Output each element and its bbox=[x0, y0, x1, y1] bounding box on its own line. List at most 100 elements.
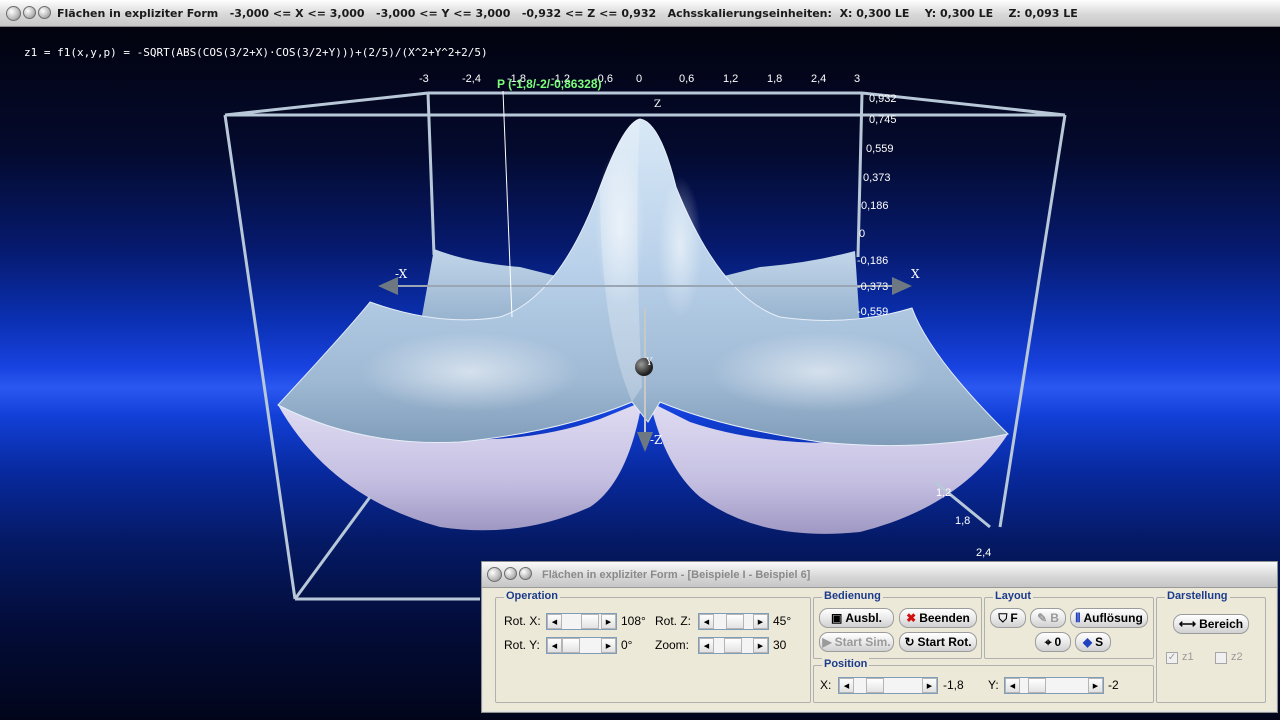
arrow-left-icon[interactable]: ◀ bbox=[1005, 678, 1020, 693]
z-axis-label: Z bbox=[654, 99, 661, 110]
neg-x-axis-label: -X bbox=[395, 267, 408, 281]
z2-label: z2 bbox=[1231, 651, 1243, 663]
position-x-label: X: bbox=[820, 678, 832, 692]
operation-group: Operation Rot. X: ◀ ▶ 108° Rot. Z: ◀ ▶ 4… bbox=[495, 590, 811, 703]
rot-y-value: 0° bbox=[621, 638, 633, 652]
z-tick: 0 bbox=[859, 228, 866, 240]
slider-thumb[interactable] bbox=[562, 638, 580, 653]
neg-z-axis-label: -Z bbox=[650, 433, 663, 447]
arrow-left-icon[interactable]: ◀ bbox=[547, 614, 562, 629]
beenden-button[interactable]: ✖ Beenden bbox=[899, 608, 977, 628]
control-dialog: Flächen in expliziter Form - [Beispiele … bbox=[481, 561, 1278, 713]
y-tick: 2,4 bbox=[976, 547, 992, 559]
arrow-left-icon[interactable]: ◀ bbox=[699, 614, 714, 629]
slider-thumb[interactable] bbox=[726, 614, 744, 629]
z1-checkbox[interactable]: ✓ bbox=[1166, 652, 1178, 664]
x-tick: 0,6 bbox=[679, 73, 695, 85]
formula-text: z1 = f1(x,y,p) = -SQRT(ABS(COS(3/2+X)·CO… bbox=[24, 46, 488, 59]
rot-x-label: Rot. X: bbox=[504, 614, 541, 628]
y-tick: 1,8 bbox=[955, 515, 971, 527]
dialog-maximize-icon[interactable] bbox=[519, 567, 532, 580]
dialog-title: Flächen in expliziter Form - [Beispiele … bbox=[542, 568, 811, 581]
z-tick: 0,745 bbox=[869, 114, 897, 126]
layout-group: Layout ⛉ F ✎ B ⦀ Auflösung ⌖ 0 ◆ S bbox=[984, 590, 1154, 659]
origin-button[interactable]: ⌖ 0 bbox=[1035, 632, 1071, 652]
arrow-right-icon[interactable]: ▶ bbox=[601, 638, 616, 653]
window-controls bbox=[6, 5, 51, 21]
start-rot-button[interactable]: ↻ Start Rot. bbox=[899, 632, 977, 652]
x-tick: 2,4 bbox=[811, 73, 827, 85]
z-tick: 0,559 bbox=[866, 143, 894, 155]
y-axis-label: Y bbox=[646, 357, 653, 368]
x-tick: 3 bbox=[854, 73, 861, 85]
position-y-slider[interactable]: ◀ ▶ bbox=[1004, 677, 1104, 694]
rotate-icon: ↻ bbox=[904, 635, 915, 649]
resolution-icon: ⦀ bbox=[1075, 611, 1081, 625]
slider-thumb[interactable] bbox=[724, 638, 742, 653]
fill-button[interactable]: ⛉ F bbox=[990, 608, 1026, 628]
arrow-left-icon[interactable]: ◀ bbox=[699, 638, 714, 653]
bedienung-group: Bedienung ▣ Ausbl. ✖ Beenden ▶ Start Sim. ↻… bbox=[813, 590, 982, 659]
rot-z-slider[interactable]: ◀ ▶ bbox=[698, 613, 769, 630]
darstellung-group-title: Darstellung bbox=[1165, 590, 1230, 602]
position-y-label: Y: bbox=[988, 678, 999, 692]
position-y-value: -2 bbox=[1108, 678, 1119, 692]
z-tick: -0,373 bbox=[857, 281, 889, 293]
arrow-right-icon[interactable]: ▶ bbox=[1088, 678, 1103, 693]
pos-x-axis-label: X bbox=[911, 267, 920, 281]
operation-group-title: Operation bbox=[504, 590, 560, 602]
slider-thumb[interactable] bbox=[1028, 678, 1046, 693]
eraser-icon: ◆ bbox=[1082, 635, 1093, 649]
zoom-slider[interactable]: ◀ ▶ bbox=[698, 637, 769, 654]
z-tick: 0,932 bbox=[869, 93, 897, 105]
position-group: Position X: ◀ ▶ -1,8 Y: ◀ ▶ -2 bbox=[813, 658, 1154, 703]
x-tick: -2,4 bbox=[462, 73, 481, 85]
y-tick: 1,2 bbox=[936, 487, 952, 499]
rot-x-value: 108° bbox=[621, 614, 646, 628]
arrow-left-icon[interactable]: ◀ bbox=[839, 678, 854, 693]
s-button[interactable]: ◆ S bbox=[1075, 632, 1111, 652]
rot-x-slider[interactable]: ◀ ▶ bbox=[546, 613, 617, 630]
position-x-value: -1,8 bbox=[943, 678, 964, 692]
window-title: Flächen in expliziter Form -3,000 <= X <… bbox=[57, 6, 1078, 20]
play-icon: ▶ bbox=[822, 635, 832, 649]
rot-z-value: 45° bbox=[773, 614, 792, 628]
rot-y-slider[interactable]: ◀ ▶ bbox=[546, 637, 617, 654]
maximize-icon[interactable] bbox=[38, 5, 51, 19]
z1-label: z1 bbox=[1182, 651, 1194, 663]
crosshair-icon: ⌖ bbox=[1044, 635, 1052, 649]
zoom-value: 30 bbox=[773, 638, 787, 652]
position-x-slider[interactable]: ◀ ▶ bbox=[838, 677, 938, 694]
z-tick: 0,373 bbox=[863, 172, 891, 184]
dialog-window-controls bbox=[487, 567, 532, 582]
dialog-menu-icon[interactable] bbox=[487, 567, 502, 582]
arrow-right-icon[interactable]: ▶ bbox=[922, 678, 937, 693]
start-sim-button[interactable]: ▶ Start Sim. bbox=[819, 632, 894, 652]
arrow-right-icon[interactable]: ▶ bbox=[601, 614, 616, 629]
dialog-titlebar[interactable]: Flächen in expliziter Form - [Beispiele … bbox=[482, 562, 1277, 588]
brush-button[interactable]: ✎ B bbox=[1030, 608, 1066, 628]
z-tick: -0,186 bbox=[857, 255, 889, 267]
main-titlebar: Flächen in expliziter Form -3,000 <= X <… bbox=[0, 0, 1280, 27]
z-tick: 0,186 bbox=[861, 200, 889, 212]
bedienung-group-title: Bedienung bbox=[822, 590, 883, 602]
position-group-title: Position bbox=[822, 658, 870, 670]
dialog-minimize-icon[interactable] bbox=[504, 567, 517, 580]
layout-group-title: Layout bbox=[993, 590, 1034, 602]
zoom-label: Zoom: bbox=[655, 638, 690, 652]
aufloesung-button[interactable]: ⦀ Auflösung bbox=[1070, 608, 1148, 628]
ausblenden-button[interactable]: ▣ Ausbl. bbox=[819, 608, 894, 628]
minimize-icon[interactable] bbox=[23, 5, 36, 19]
point-coordinate-label: P (-1,8/-2/-0,86328) bbox=[497, 77, 602, 91]
z-tick: -0,559 bbox=[857, 306, 889, 318]
slider-thumb[interactable] bbox=[866, 678, 884, 693]
arrow-right-icon[interactable]: ▶ bbox=[753, 614, 768, 629]
arrow-left-icon[interactable]: ◀ bbox=[547, 638, 562, 653]
x-tick: 0 bbox=[636, 73, 643, 85]
slider-thumb[interactable] bbox=[581, 614, 599, 629]
bereich-button[interactable]: ⟷ Bereich bbox=[1173, 614, 1249, 634]
z2-checkbox[interactable] bbox=[1215, 652, 1227, 664]
range-icon: ⟷ bbox=[1178, 617, 1197, 631]
arrow-right-icon[interactable]: ▶ bbox=[753, 638, 768, 653]
window-menu-icon[interactable] bbox=[6, 5, 21, 21]
